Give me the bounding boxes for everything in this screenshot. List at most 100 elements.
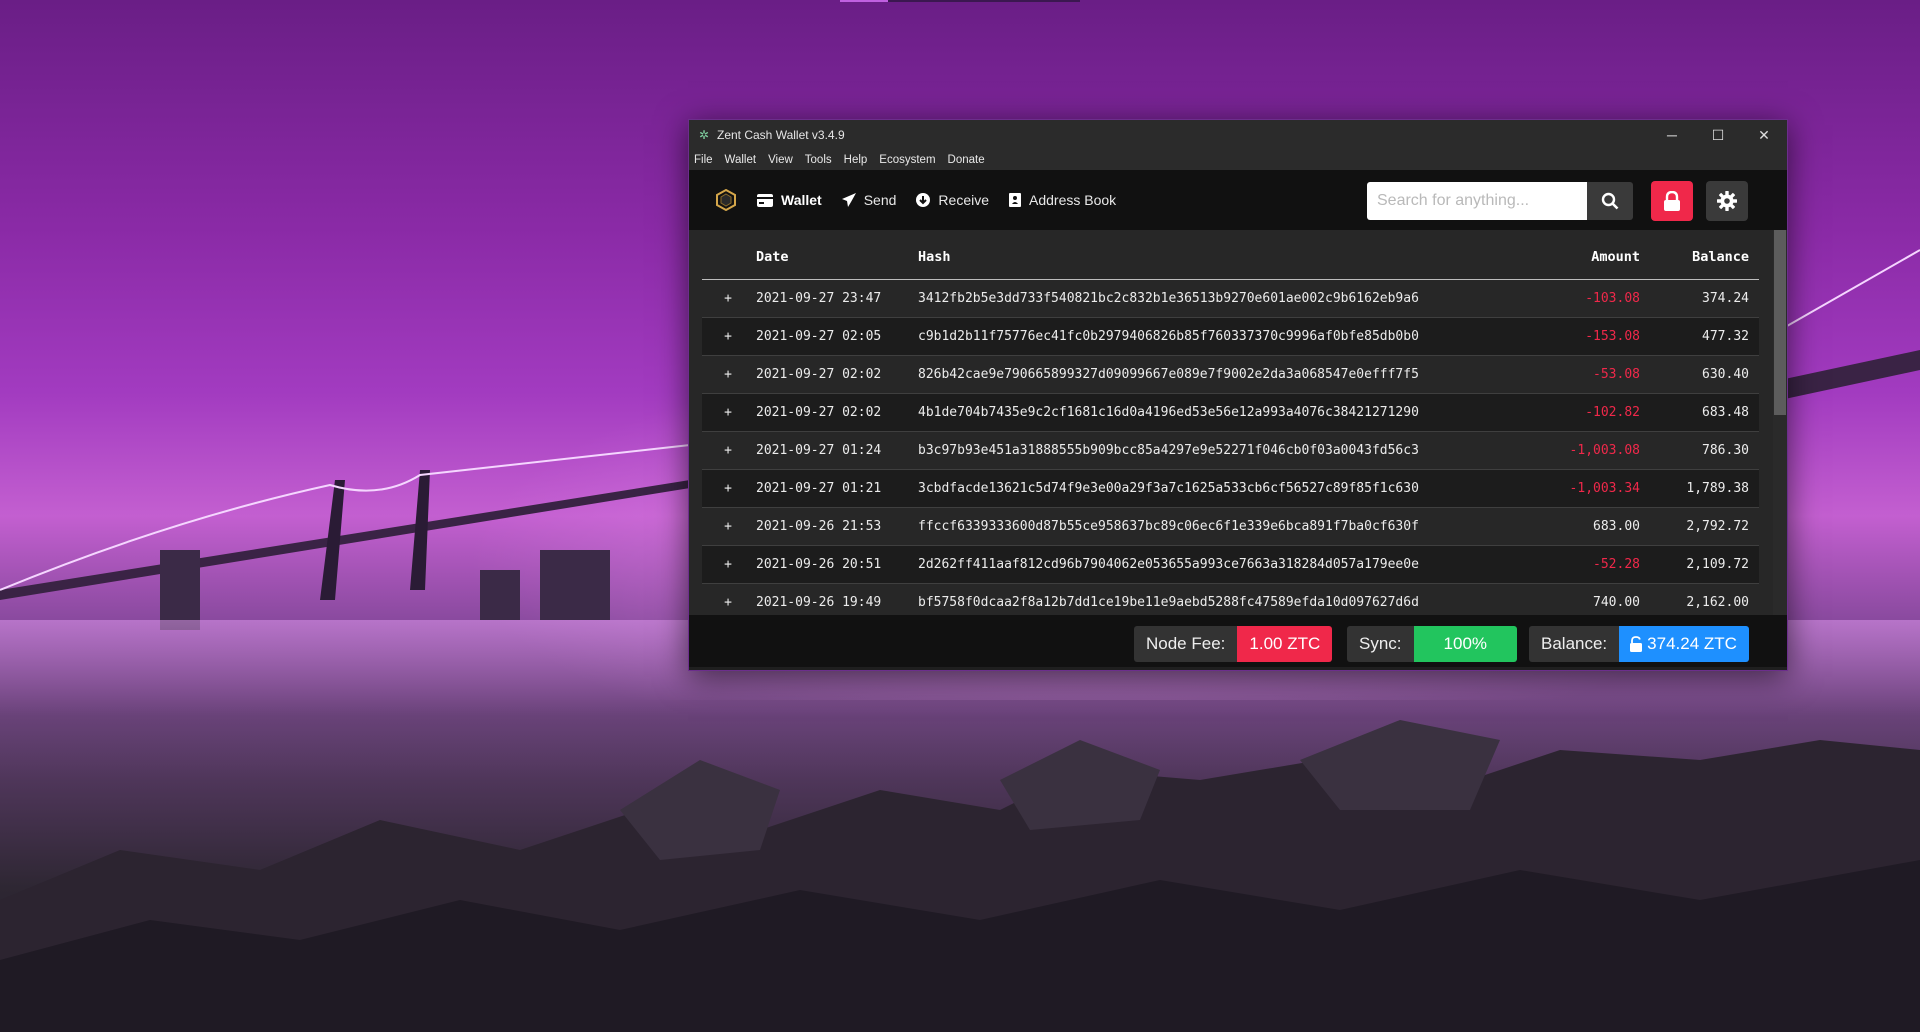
transactions-table: Date Hash Amount Balance +2021-09-27 23:… <box>702 230 1759 615</box>
menu-tools[interactable]: Tools <box>805 154 832 166</box>
tx-date: 2021-09-26 19:49 <box>755 583 917 615</box>
nav-address-book[interactable]: Address Book <box>1009 192 1116 208</box>
tx-date: 2021-09-27 01:24 <box>755 431 917 470</box>
expand-toggle[interactable]: + <box>702 545 755 584</box>
expand-toggle[interactable]: + <box>702 583 755 615</box>
send-icon <box>841 193 856 207</box>
lock-wallet-button[interactable] <box>1651 181 1693 221</box>
table-row[interactable]: +2021-09-27 02:05 c9b1d2b11f75776ec41fc0b… <box>702 317 1759 356</box>
tx-date: 2021-09-27 02:05 <box>755 317 917 356</box>
tx-amount: -102.82 <box>1519 393 1652 432</box>
minimize-button[interactable]: ─ <box>1649 120 1695 150</box>
transactions-table-wrap[interactable]: Date Hash Amount Balance +2021-09-27 23:… <box>702 230 1759 615</box>
logo-icon[interactable] <box>715 189 737 211</box>
tx-hash: 3412fb2b5e3dd733f540821bc2c832b1e36513b9… <box>917 279 1519 318</box>
tx-date: 2021-09-27 02:02 <box>755 393 917 432</box>
table-row[interactable]: +2021-09-26 19:49 bf5758f0dcaa2f8a12b7dd1… <box>702 583 1759 615</box>
maximize-button[interactable]: ☐ <box>1695 120 1741 150</box>
balance-label: Balance: <box>1529 626 1620 662</box>
unlock-icon <box>1630 636 1643 652</box>
node-fee-label: Node Fee: <box>1134 626 1238 662</box>
tx-balance: 1,789.38 <box>1652 469 1759 508</box>
wallet-window: ✲ Zent Cash Wallet v3.4.9 ─ ☐ ✕ File Wal… <box>688 119 1788 671</box>
menu-view[interactable]: View <box>768 154 793 166</box>
sync-value: 100% <box>1413 626 1518 662</box>
tx-date: 2021-09-27 02:02 <box>755 355 917 394</box>
nav-bar: Wallet Send Receive Address Book <box>689 170 1787 230</box>
tx-amount: -1,003.34 <box>1519 469 1652 508</box>
table-row[interactable]: +2021-09-26 21:53 ffccf6339333600d87b55ce… <box>702 507 1759 546</box>
table-header-row: Date Hash Amount Balance <box>702 230 1759 280</box>
expand-toggle[interactable]: + <box>702 393 755 432</box>
taskbar-edge <box>840 0 1080 2</box>
header-balance[interactable]: Balance <box>1652 230 1759 280</box>
menu-file[interactable]: File <box>694 154 713 166</box>
table-row[interactable]: +2021-09-26 20:51 2d262ff411aaf812cd96b79… <box>702 545 1759 584</box>
tx-amount: 683.00 <box>1519 507 1652 546</box>
scrollbar-thumb[interactable] <box>1774 230 1786 415</box>
tx-balance: 2,109.72 <box>1652 545 1759 584</box>
tx-hash: ffccf6339333600d87b55ce958637bc89c06ec6f… <box>917 507 1519 546</box>
expand-toggle[interactable]: + <box>702 317 755 356</box>
tx-hash: c9b1d2b11f75776ec41fc0b2979406826b85f760… <box>917 317 1519 356</box>
sync-pill: Sync: 100% <box>1347 626 1518 662</box>
menu-bar: File Wallet View Tools Help Ecosystem Do… <box>689 150 1787 170</box>
tx-amount: -153.08 <box>1519 317 1652 356</box>
balance-value: 374.24 ZTC <box>1647 634 1737 653</box>
nav-send-label: Send <box>863 192 897 208</box>
nav-send[interactable]: Send <box>841 192 897 208</box>
status-footer: Node Fee: 1.00 ZTC Sync: 100% Balance: 3… <box>689 615 1787 667</box>
table-row[interactable]: +2021-09-27 01:21 3cbdfacde13621c5d74f9e3… <box>702 469 1759 508</box>
tx-amount: -1,003.08 <box>1519 431 1652 470</box>
search-icon <box>1601 192 1619 210</box>
tx-balance: 374.24 <box>1652 279 1759 318</box>
tx-amount: -103.08 <box>1519 279 1652 318</box>
header-amount[interactable]: Amount <box>1519 230 1652 280</box>
tx-balance: 2,162.00 <box>1652 583 1759 615</box>
tx-amount: -52.28 <box>1519 545 1652 584</box>
nav-address-book-label: Address Book <box>1029 192 1117 208</box>
tx-amount: 740.00 <box>1519 583 1652 615</box>
expand-toggle[interactable]: + <box>702 355 755 394</box>
tx-balance: 2,792.72 <box>1652 507 1759 546</box>
expand-toggle[interactable]: + <box>702 507 755 546</box>
menu-wallet[interactable]: Wallet <box>725 154 757 166</box>
nav-receive[interactable]: Receive <box>916 192 989 208</box>
search-button[interactable] <box>1587 182 1633 220</box>
menu-help[interactable]: Help <box>844 154 868 166</box>
header-expand <box>702 230 755 280</box>
tx-date: 2021-09-27 23:47 <box>755 279 917 318</box>
tx-hash: bf5758f0dcaa2f8a12b7dd1ce19be11e9aebd528… <box>917 583 1519 615</box>
tx-amount: -53.08 <box>1519 355 1652 394</box>
header-date[interactable]: Date <box>755 230 917 280</box>
sync-label: Sync: <box>1347 626 1414 662</box>
nav-receive-label: Receive <box>938 192 990 208</box>
expand-toggle[interactable]: + <box>702 431 755 470</box>
wallpaper-rocks <box>0 720 1920 1032</box>
table-row[interactable]: +2021-09-27 23:47 3412fb2b5e3dd733f540821… <box>702 279 1759 318</box>
tx-date: 2021-09-26 20:51 <box>755 545 917 584</box>
settings-button[interactable] <box>1706 181 1748 221</box>
table-row[interactable]: +2021-09-27 02:02 4b1de704b7435e9c2cf1681… <box>702 393 1759 432</box>
expand-toggle[interactable]: + <box>702 279 755 318</box>
tx-balance: 786.30 <box>1652 431 1759 470</box>
header-hash[interactable]: Hash <box>917 230 1519 280</box>
table-row[interactable]: +2021-09-27 01:24 b3c97b93e451a31888555b9… <box>702 431 1759 470</box>
tx-date: 2021-09-26 21:53 <box>755 507 917 546</box>
table-row[interactable]: +2021-09-27 02:02 826b42cae9e790665899327… <box>702 355 1759 394</box>
expand-toggle[interactable]: + <box>702 469 755 508</box>
scrollbar[interactable] <box>1773 230 1787 615</box>
nav-wallet[interactable]: Wallet <box>757 192 822 208</box>
tx-hash: 3cbdfacde13621c5d74f9e3e00a29f3a7c1625a5… <box>917 469 1519 508</box>
node-fee-pill: Node Fee: 1.00 ZTC <box>1134 626 1333 662</box>
search-input[interactable] <box>1367 182 1587 220</box>
balance-value-wrap: 374.24 ZTC <box>1619 626 1749 662</box>
address-book-icon <box>1009 193 1022 207</box>
menu-ecosystem[interactable]: Ecosystem <box>879 154 935 166</box>
title-bar: ✲ Zent Cash Wallet v3.4.9 ─ ☐ ✕ <box>689 120 1787 150</box>
tx-hash: 4b1de704b7435e9c2cf1681c16d0a4196ed53e56… <box>917 393 1519 432</box>
nav-wallet-label: Wallet <box>781 192 822 208</box>
menu-donate[interactable]: Donate <box>948 154 985 166</box>
tx-date: 2021-09-27 01:21 <box>755 469 917 508</box>
close-button[interactable]: ✕ <box>1741 120 1787 150</box>
